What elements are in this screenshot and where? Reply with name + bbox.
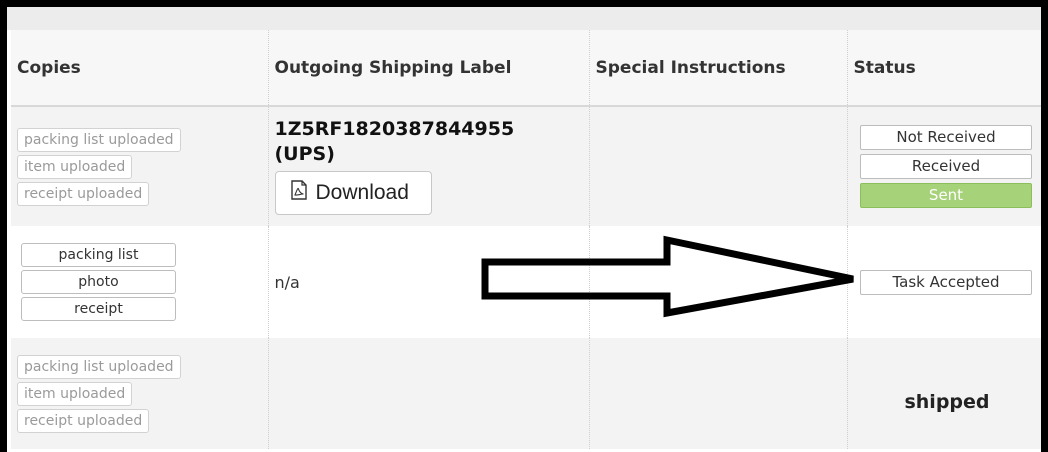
shipping-label-cell: 1Z5RF1820387844955 (UPS) Download bbox=[268, 106, 590, 226]
header-status: Status bbox=[847, 30, 1041, 107]
pdf-icon bbox=[290, 180, 308, 206]
table-row: packing list uploaded item uploaded rece… bbox=[11, 106, 1041, 226]
download-button[interactable]: Download bbox=[274, 171, 432, 215]
receipt-uploaded-badge: receipt uploaded bbox=[17, 408, 150, 433]
top-band bbox=[7, 7, 1041, 30]
photo-button[interactable]: photo bbox=[21, 270, 176, 294]
copies-cell: packing list uploaded item uploaded rece… bbox=[11, 106, 269, 226]
special-instructions-cell bbox=[589, 338, 848, 449]
screenshot-frame: Copies Outgoing Shipping Label Special I… bbox=[0, 0, 1048, 452]
status-cell: Not Received Received Sent bbox=[847, 106, 1041, 226]
status-cell: shipped bbox=[847, 338, 1041, 449]
task-accepted-button[interactable]: Task Accepted bbox=[860, 269, 1032, 295]
item-uploaded-badge: item uploaded bbox=[17, 381, 133, 406]
receipt-uploaded-badge: receipt uploaded bbox=[17, 181, 150, 206]
packing-list-uploaded-badge: packing list uploaded bbox=[17, 354, 181, 379]
table-row: packing list photo receipt n/a Task Acce… bbox=[11, 226, 1041, 338]
sent-button[interactable]: Sent bbox=[860, 183, 1032, 208]
receipt-button[interactable]: receipt bbox=[21, 297, 176, 321]
header-outgoing-shipping-label: Outgoing Shipping Label bbox=[268, 30, 590, 107]
not-received-button[interactable]: Not Received bbox=[860, 125, 1032, 150]
header-special-instructions: Special Instructions bbox=[589, 30, 848, 107]
shipped-status-text: shipped bbox=[904, 390, 990, 413]
copies-cell: packing list photo receipt bbox=[11, 226, 269, 338]
received-button[interactable]: Received bbox=[860, 154, 1032, 179]
orders-table: Copies Outgoing Shipping Label Special I… bbox=[11, 30, 1041, 449]
status-cell: Task Accepted bbox=[847, 226, 1041, 338]
tracking-number: 1Z5RF1820387844955 (UPS) bbox=[274, 118, 515, 165]
packing-list-uploaded-badge: packing list uploaded bbox=[17, 127, 181, 152]
item-uploaded-badge: item uploaded bbox=[17, 154, 133, 179]
special-instructions-cell bbox=[589, 106, 848, 226]
download-label: Download bbox=[315, 181, 409, 204]
header-row: Copies Outgoing Shipping Label Special I… bbox=[11, 30, 1041, 107]
shipping-label-cell: n/a bbox=[268, 226, 590, 338]
header-copies: Copies bbox=[11, 30, 269, 107]
special-instructions-cell bbox=[589, 226, 848, 338]
shipping-label-cell bbox=[268, 338, 590, 449]
shipping-label-na: n/a bbox=[274, 272, 300, 292]
table-row: packing list uploaded item uploaded rece… bbox=[11, 338, 1041, 449]
copies-cell: packing list uploaded item uploaded rece… bbox=[11, 338, 269, 449]
packing-list-button[interactable]: packing list bbox=[21, 243, 176, 267]
